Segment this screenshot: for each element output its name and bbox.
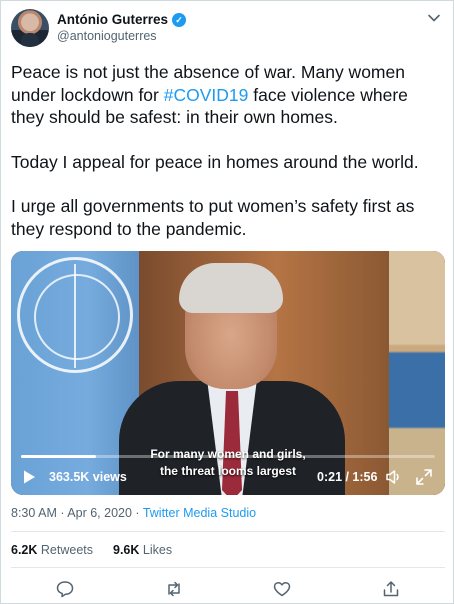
reply-icon[interactable] — [55, 579, 75, 599]
tweet-card: António Guterres ✓ @antonioguterres Peac… — [0, 0, 454, 604]
video-time: 0:21 / 1:56 — [317, 470, 378, 484]
divider — [11, 567, 445, 568]
likes-label: Likes — [142, 543, 173, 557]
video-progress-bar[interactable] — [21, 455, 435, 458]
tweet-source[interactable]: Twitter Media Studio — [143, 506, 256, 520]
tweet-text: Peace is not just the absence of war. Ma… — [11, 61, 445, 240]
avatar[interactable] — [11, 9, 49, 47]
speaker-hair — [179, 263, 283, 313]
divider — [11, 531, 445, 532]
retweet-icon[interactable] — [164, 579, 184, 599]
un-emblem-icon — [17, 257, 133, 373]
share-icon[interactable] — [381, 579, 401, 599]
view-count: 363.5K views — [49, 470, 127, 484]
like-icon[interactable] — [272, 579, 292, 599]
likes-count: 9.6K — [113, 543, 140, 557]
tweet-header: António Guterres ✓ @antonioguterres — [11, 9, 443, 49]
tweet-date[interactable]: Apr 6, 2020 — [67, 506, 132, 520]
likes-stat[interactable]: 9.6K Likes — [113, 543, 172, 557]
tweet-time[interactable]: 8:30 AM — [11, 506, 57, 520]
meta-separator: · — [131, 506, 143, 520]
tweet-paragraph-1: Peace is not just the absence of war. Ma… — [11, 61, 445, 129]
fullscreen-icon[interactable] — [415, 468, 433, 486]
meta-separator: · — [56, 506, 68, 520]
video-player[interactable]: For many women and girls, the threat loo… — [11, 251, 445, 495]
retweets-stat[interactable]: 6.2K Retweets — [11, 543, 93, 557]
retweets-count: 6.2K — [11, 543, 38, 557]
volume-icon[interactable] — [385, 468, 403, 486]
tweet-actions — [1, 577, 454, 601]
tweet-meta: 8:30 AM · Apr 6, 2020 · Twitter Media St… — [11, 506, 256, 520]
tweet-paragraph-2: Today I appeal for peace in homes around… — [11, 151, 419, 172]
retweets-label: Retweets — [40, 543, 93, 557]
name-row: António Guterres ✓ — [57, 12, 187, 27]
tweet-stats: 6.2K Retweets 9.6K Likes — [11, 543, 172, 557]
video-progress-fill — [21, 455, 96, 458]
verified-icon: ✓ — [172, 12, 187, 27]
author-name[interactable]: António Guterres — [57, 12, 168, 27]
author-handle[interactable]: @antonioguterres — [57, 29, 186, 43]
play-icon[interactable] — [21, 469, 37, 485]
video-controls: 363.5K views 0:21 / 1:56 — [11, 463, 445, 491]
author-block: António Guterres ✓ @antonioguterres — [57, 12, 187, 43]
hashtag-link[interactable]: #COVID19 — [164, 85, 249, 105]
video-caption-line-1: For many women and girls, — [150, 447, 306, 461]
tweet-paragraph-3: I urge all governments to put women’s sa… — [11, 196, 415, 239]
chevron-down-icon[interactable] — [427, 11, 441, 25]
